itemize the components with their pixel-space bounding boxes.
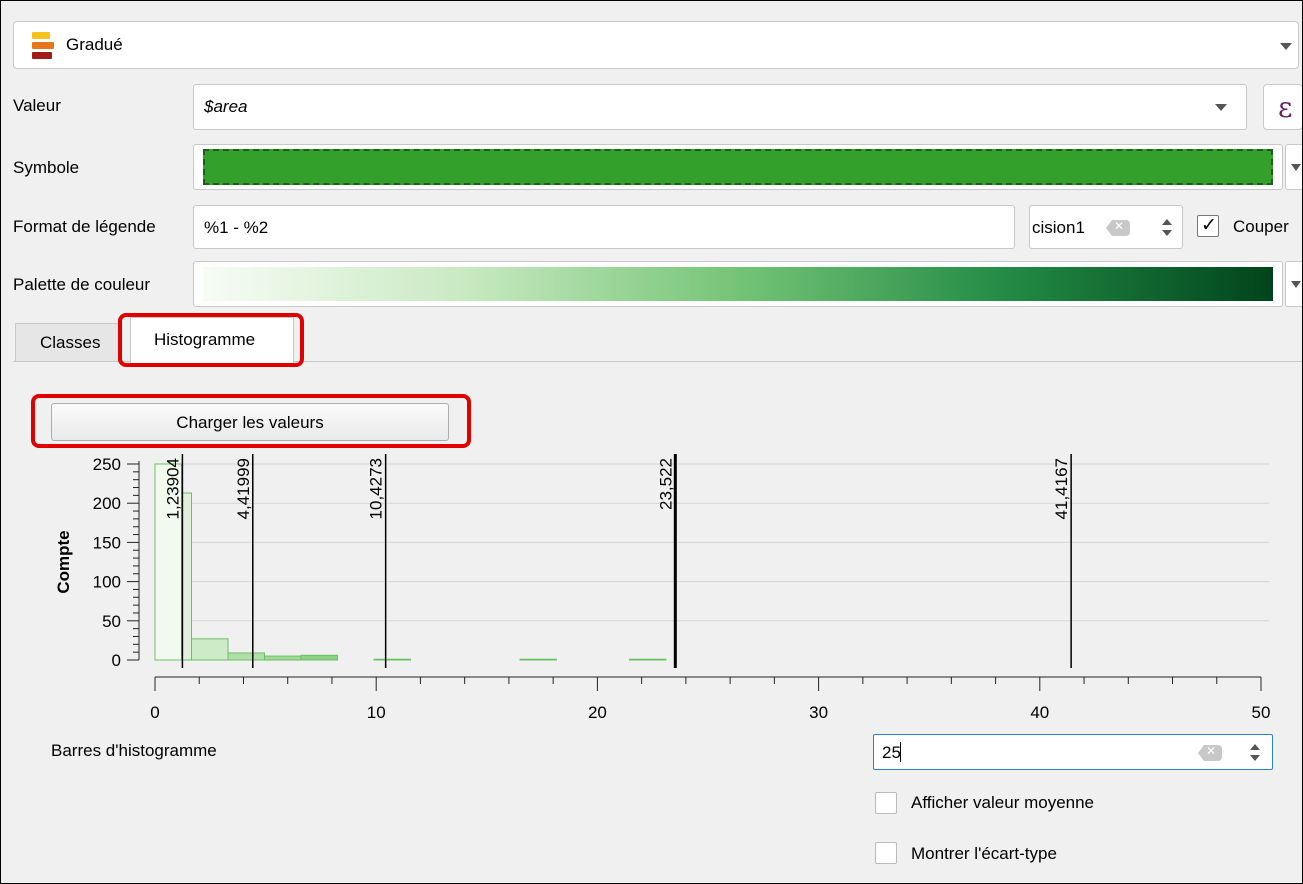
bins-spinner[interactable] <box>1246 738 1264 766</box>
histogram-bar <box>190 638 229 661</box>
value-label: Valeur <box>13 96 61 115</box>
legend-format-value: %1 - %2 <box>204 218 269 237</box>
chevron-down-icon[interactable] <box>1215 104 1227 111</box>
color-ramp-button[interactable] <box>193 261 1283 307</box>
histogram-bar <box>227 652 265 661</box>
tab-classes[interactable]: Classes <box>15 323 119 361</box>
x-tick-label: 0 <box>150 703 159 722</box>
graduated-renderer-icon <box>32 32 58 60</box>
trim-label: Couper <box>1233 217 1289 236</box>
text-cursor <box>900 742 901 762</box>
renderer-label: Gradué <box>66 35 123 54</box>
histogram-bar <box>300 654 338 661</box>
x-tick-label: 20 <box>588 703 607 722</box>
precision-spinbox[interactable]: cision1 <box>1029 205 1183 249</box>
checkmark-icon: ✓ <box>1201 214 1217 236</box>
show-mean-label: Afficher valeur moyenne <box>911 793 1095 812</box>
chevron-down-icon <box>1291 164 1301 171</box>
graduated-renderer-panel: Gradué Valeur $area ε Symbole Format de … <box>0 0 1303 884</box>
precision-value: cision1 <box>1032 218 1085 237</box>
class-break-label: 1,23904 <box>163 458 182 519</box>
x-tick-label: 10 <box>367 703 386 722</box>
y-tick-label: 100 <box>93 573 121 592</box>
y-tick-label: 0 <box>112 651 121 670</box>
value-field-text: $area <box>204 97 248 116</box>
x-tick-label: 50 <box>1252 703 1271 722</box>
bins-label: Barres d'histogramme <box>51 741 217 760</box>
x-tick-label: 40 <box>1030 703 1049 722</box>
class-break-label: 41,4167 <box>1052 458 1071 519</box>
clear-icon[interactable] <box>1106 220 1130 236</box>
class-break-label: 4,41999 <box>234 458 253 519</box>
bins-value: 25 <box>882 743 901 762</box>
expression-button[interactable]: ε <box>1263 84 1302 130</box>
tab-histogram[interactable]: Histogramme <box>130 317 294 363</box>
color-ramp-preview <box>203 267 1273 301</box>
epsilon-icon: ε <box>1278 91 1293 124</box>
histogram-bar <box>373 658 411 661</box>
y-tick-label: 250 <box>93 455 121 474</box>
show-mean-checkbox[interactable] <box>875 792 897 814</box>
clear-icon[interactable] <box>1198 745 1222 761</box>
y-tick-label: 200 <box>93 494 121 513</box>
y-tick-label: 150 <box>93 533 121 552</box>
symbol-fill-swatch <box>203 149 1273 185</box>
class-break-label: 10,4273 <box>367 458 386 519</box>
y-axis-label: Compte <box>54 530 73 593</box>
load-values-button[interactable]: Charger les valeurs <box>51 403 449 441</box>
precision-spinner[interactable] <box>1158 213 1176 241</box>
legend-format-input[interactable]: %1 - %2 <box>193 205 1015 249</box>
chevron-down-icon <box>1291 281 1301 288</box>
legend-format-label: Format de légende <box>13 217 156 236</box>
tab-histogram-label: Histogramme <box>154 330 256 349</box>
chevron-down-icon[interactable] <box>1280 43 1292 50</box>
show-stddev-checkbox[interactable] <box>875 842 897 864</box>
symbol-menu-button[interactable] <box>1285 144 1302 190</box>
tab-classes-label: Classes <box>40 333 101 352</box>
y-tick-label: 50 <box>102 612 121 631</box>
x-tick-label: 30 <box>809 703 828 722</box>
histogram-bar <box>628 658 667 661</box>
symbol-button[interactable] <box>193 144 1283 190</box>
color-ramp-label: Palette de couleur <box>13 275 151 294</box>
symbol-label: Symbole <box>13 158 80 177</box>
histogram-chart: 0 50 100 150 200 250 Compte 0 10 20 30 40 50 1,23904 4… <box>54 454 1271 722</box>
color-ramp-menu-button[interactable] <box>1285 261 1302 307</box>
histogram-bar <box>519 658 557 661</box>
class-break-label: 23,522 <box>656 458 675 510</box>
renderer-combo[interactable]: Gradué <box>13 21 1299 69</box>
trim-checkbox[interactable]: ✓ <box>1197 214 1219 237</box>
load-values-label: Charger les valeurs <box>176 413 324 432</box>
value-field-combo[interactable]: $area <box>193 84 1247 130</box>
histogram-bar <box>263 655 302 661</box>
show-stddev-label: Montrer l'écart-type <box>911 844 1057 863</box>
bins-spinbox[interactable]: 25 <box>873 734 1273 770</box>
